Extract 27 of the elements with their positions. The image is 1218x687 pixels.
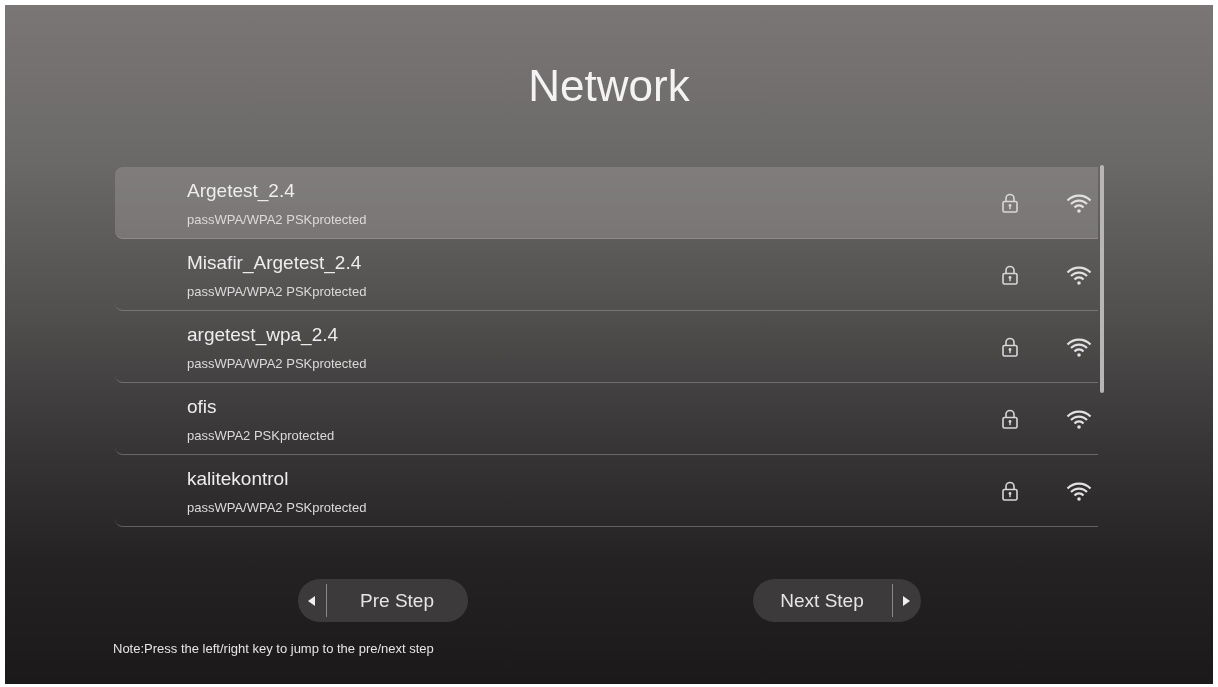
caret-right-icon [903, 595, 910, 606]
caret-left-icon [308, 595, 315, 606]
network-row[interactable]: Misafir_Argetest_2.4 passWPA/WPA2 PSKprotected [115, 239, 1098, 311]
security-text: passWPA/WPA2 PSKprotected [187, 499, 367, 516]
security-text: passWPA/WPA2 PSKprotected [187, 283, 367, 300]
hint-text: Note:Press the left/right key to jump to the pre/next step [113, 641, 435, 657]
security-text: passWPA/WPA2 PSKprotected [187, 355, 367, 372]
network-name: argetest_wpa_2.4 [187, 323, 339, 346]
network-row[interactable]: Argetest_2.4 passWPA/WPA2 PSKprotected [115, 167, 1098, 239]
wifi-signal-icon [1066, 192, 1092, 213]
network-name: Argetest_2.4 [187, 179, 295, 202]
security-text: passWPA/WPA2 PSKprotected [187, 211, 367, 228]
network-row[interactable]: kalitekontrol passWPA/WPA2 PSKprotected [115, 455, 1098, 527]
network-name: Misafir_Argetest_2.4 [187, 251, 362, 274]
wifi-signal-icon [1066, 408, 1092, 429]
wifi-signal-icon [1066, 336, 1092, 357]
screen-title: Network [528, 60, 690, 112]
scrollbar[interactable] [1100, 165, 1104, 393]
step-button[interactable]: Next Step [752, 579, 921, 622]
network-row[interactable]: ofis passWPA2 PSKprotected [115, 383, 1098, 455]
step-button[interactable]: Pre Step [297, 579, 468, 622]
network-name: kalitekontrol [187, 467, 289, 490]
wifi-signal-icon [1066, 264, 1092, 285]
network-row[interactable]: argetest_wpa_2.4 passWPA/WPA2 PSKprotected [115, 311, 1098, 383]
network-name: ofis [187, 395, 217, 418]
security-text: passWPA2 PSKprotected [187, 427, 335, 444]
wifi-signal-icon [1066, 480, 1092, 501]
